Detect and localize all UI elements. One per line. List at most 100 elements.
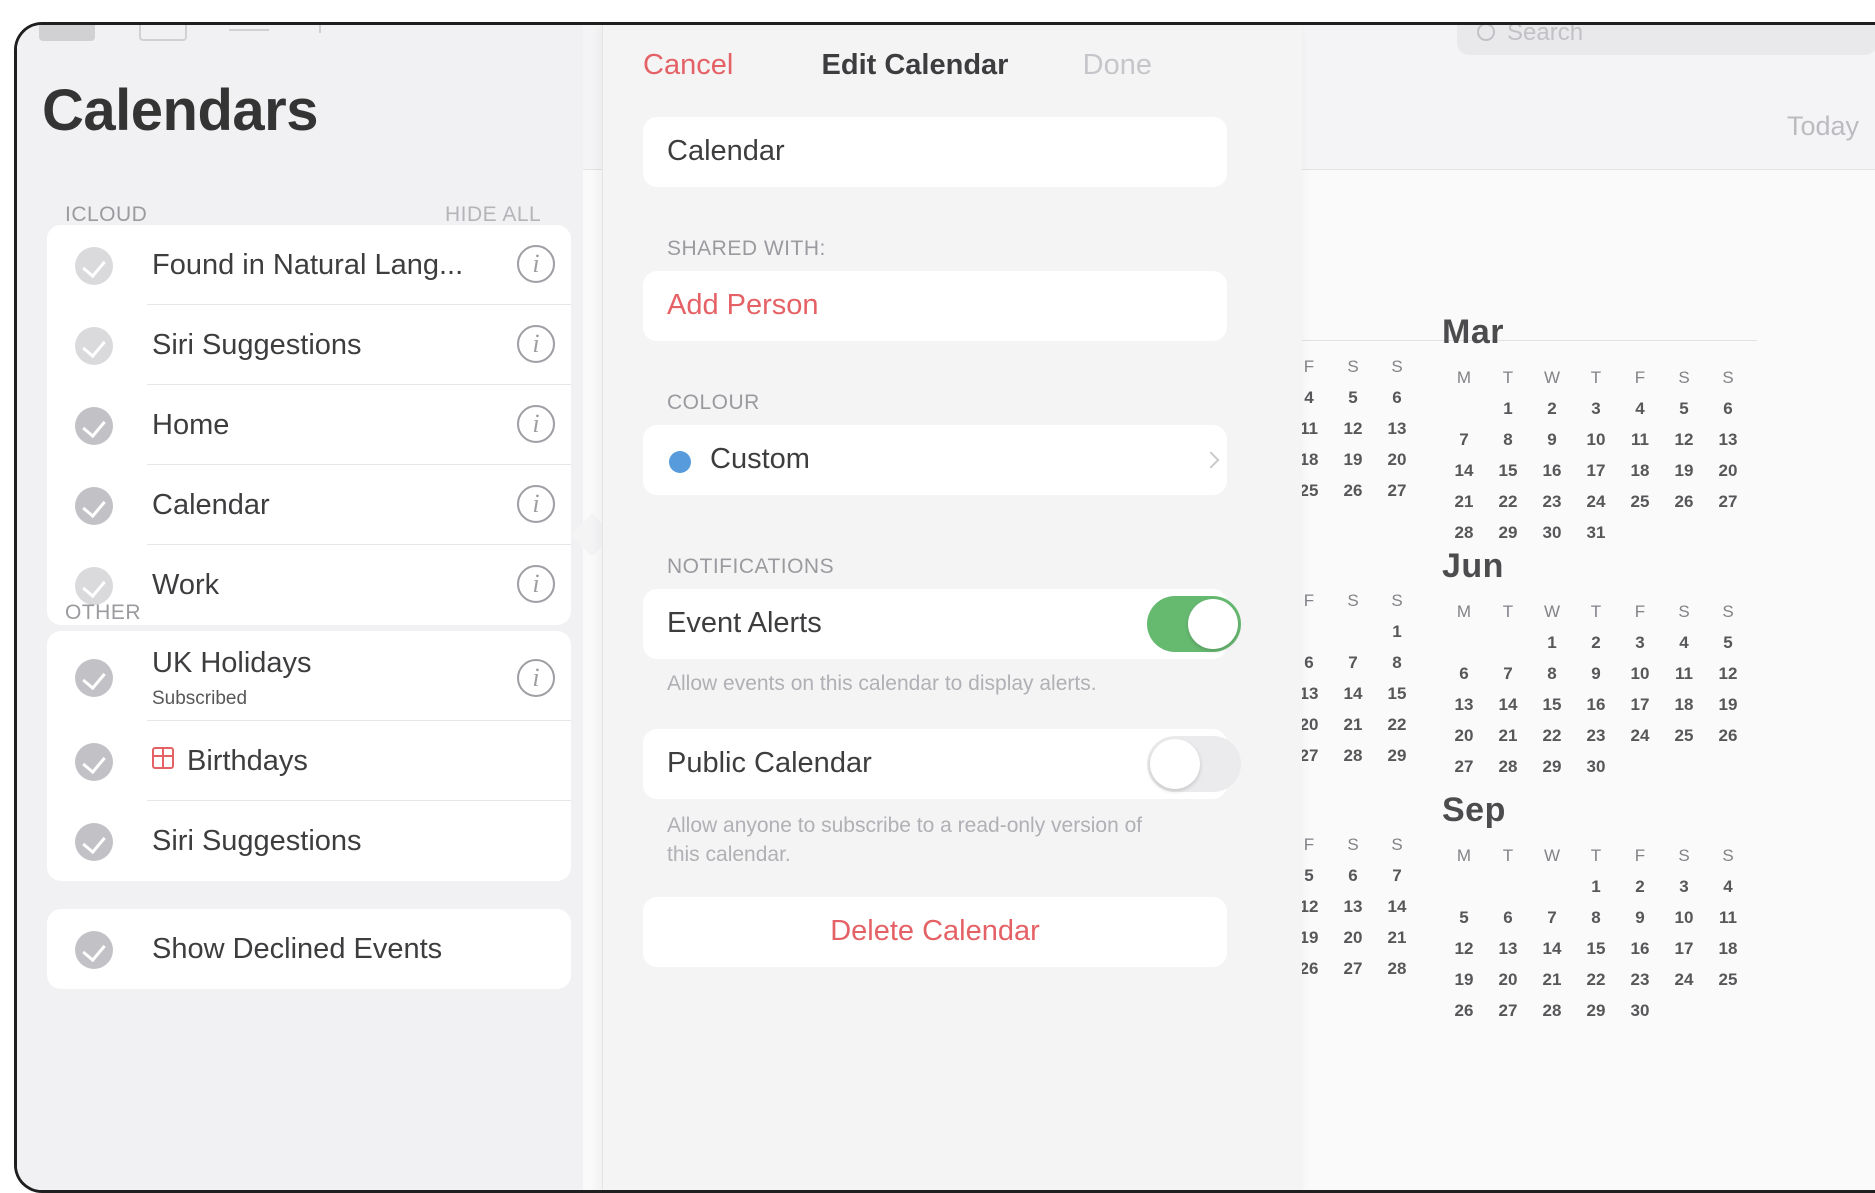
day-cell[interactable]: 5 [1442, 908, 1486, 939]
search-field[interactable]: Search [1457, 25, 1875, 55]
day-cell[interactable]: 11 [1706, 908, 1750, 939]
calendar-row[interactable]: UK Holidays Subscribed i [47, 631, 571, 721]
calendar-row[interactable]: Siri Suggestions [47, 801, 571, 881]
calendar-row[interactable]: Home i [47, 385, 571, 465]
day-cell[interactable]: 24 [1574, 492, 1618, 523]
day-cell[interactable]: 7 [1375, 866, 1419, 897]
day-cell[interactable]: 22 [1375, 715, 1419, 746]
day-cell[interactable]: 24 [1618, 726, 1662, 757]
day-cell[interactable]: 27 [1331, 959, 1375, 990]
calendar-name-field[interactable]: Calendar [643, 117, 1227, 187]
day-cell[interactable]: 8 [1486, 430, 1530, 461]
day-cell[interactable]: 4 [1618, 399, 1662, 430]
done-button[interactable]: Done [1078, 49, 1152, 82]
day-cell[interactable]: 9 [1574, 664, 1618, 695]
day-cell[interactable]: 6 [1442, 664, 1486, 695]
day-cell[interactable]: 13 [1331, 897, 1375, 928]
day-cell[interactable]: 25 [1662, 726, 1706, 757]
day-cell[interactable]: 1 [1486, 399, 1530, 430]
day-cell[interactable]: 18 [1662, 695, 1706, 726]
public-calendar-toggle[interactable] [1147, 736, 1241, 792]
day-cell[interactable]: 28 [1486, 757, 1530, 788]
delete-calendar-row[interactable]: Delete Calendar [643, 897, 1227, 967]
day-cell[interactable]: 21 [1442, 492, 1486, 523]
day-cell[interactable]: 16 [1574, 695, 1618, 726]
calendar-row[interactable]: Found in Natural Lang... i [47, 225, 571, 305]
day-cell[interactable]: 3 [1662, 877, 1706, 908]
day-cell[interactable]: 29 [1574, 1001, 1618, 1032]
day-cell[interactable]: 10 [1618, 664, 1662, 695]
hide-all-button[interactable]: HIDE ALL [445, 203, 541, 227]
day-cell[interactable]: 21 [1331, 715, 1375, 746]
day-cell[interactable]: 27 [1706, 492, 1750, 523]
day-cell[interactable]: 16 [1530, 461, 1574, 492]
colour-row[interactable]: Custom [643, 425, 1227, 495]
day-cell[interactable]: 10 [1662, 908, 1706, 939]
day-cell[interactable]: 2 [1618, 877, 1662, 908]
day-cell[interactable]: 6 [1706, 399, 1750, 430]
day-cell[interactable]: 14 [1530, 939, 1574, 970]
day-cell[interactable]: 27 [1442, 757, 1486, 788]
day-cell[interactable]: 14 [1331, 684, 1375, 715]
checkmark-icon[interactable] [75, 743, 113, 781]
day-cell[interactable]: 9 [1530, 430, 1574, 461]
info-icon[interactable]: i [517, 565, 555, 603]
checkmark-icon[interactable] [75, 327, 113, 365]
checkmark-icon[interactable] [75, 247, 113, 285]
show-declined-row[interactable]: Show Declined Events [47, 909, 571, 989]
day-cell[interactable]: 27 [1486, 1001, 1530, 1032]
day-cell[interactable]: 2 [1530, 399, 1574, 430]
day-cell[interactable]: 19 [1662, 461, 1706, 492]
day-cell[interactable]: 20 [1486, 970, 1530, 1001]
calendar-row-selected[interactable]: Calendar i [47, 465, 571, 545]
today-button[interactable]: Today [1787, 111, 1859, 142]
day-cell[interactable]: 10 [1574, 430, 1618, 461]
info-icon[interactable]: i [517, 659, 555, 697]
day-cell[interactable]: 26 [1706, 726, 1750, 757]
month-mar[interactable]: Mar M T W T F S S 1 2 3 4 5 6 7 8 9 10 11 12 13 14 15 16 17 18 19… [1442, 313, 1750, 554]
month-jun[interactable]: Jun M T W T F S S 1 2 3 4 5 6 7 8 9 10 11 12 13 14 15 16 17 18 19… [1442, 547, 1750, 788]
day-cell[interactable]: 8 [1574, 908, 1618, 939]
day-cell[interactable]: 4 [1662, 633, 1706, 664]
day-cell[interactable]: 6 [1331, 866, 1375, 897]
sidebar-toggle-icon[interactable] [39, 25, 95, 41]
day-cell[interactable]: 19 [1706, 695, 1750, 726]
day-cell[interactable]: 26 [1442, 1001, 1486, 1032]
add-person-button[interactable]: Add Person [667, 289, 819, 322]
day-cell[interactable]: 17 [1618, 695, 1662, 726]
info-icon[interactable]: i [517, 325, 555, 363]
day-cell[interactable]: 13 [1442, 695, 1486, 726]
partial-month-may[interactable]: F S S 1 6 7 8 13 14 15 20 21 22 27 28 29 [1287, 591, 1419, 777]
day-cell[interactable]: 11 [1618, 430, 1662, 461]
day-cell[interactable]: 7 [1442, 430, 1486, 461]
day-cell[interactable]: 20 [1331, 928, 1375, 959]
day-cell[interactable]: 15 [1574, 939, 1618, 970]
day-cell[interactable]: 5 [1706, 633, 1750, 664]
day-cell[interactable]: 19 [1331, 450, 1375, 481]
day-cell[interactable]: 6 [1375, 388, 1419, 419]
day-cell[interactable]: 26 [1662, 492, 1706, 523]
day-cell[interactable]: 21 [1486, 726, 1530, 757]
calendar-row[interactable]: Birthdays [47, 721, 571, 801]
day-cell[interactable]: 22 [1574, 970, 1618, 1001]
day-cell[interactable]: 26 [1331, 481, 1375, 512]
day-cell[interactable]: 8 [1530, 664, 1574, 695]
day-cell[interactable]: 1 [1574, 877, 1618, 908]
checkmark-icon[interactable] [75, 407, 113, 445]
day-cell[interactable]: 21 [1375, 928, 1419, 959]
add-person-row[interactable]: Add Person [643, 271, 1227, 341]
day-cell[interactable]: 28 [1331, 746, 1375, 777]
day-cell[interactable]: 25 [1618, 492, 1662, 523]
day-cell[interactable]: 28 [1375, 959, 1419, 990]
list-icon[interactable] [229, 29, 269, 31]
day-cell[interactable]: 30 [1618, 1001, 1662, 1032]
checkmark-icon[interactable] [75, 567, 113, 605]
day-cell[interactable]: 13 [1706, 430, 1750, 461]
delete-calendar-button[interactable]: Delete Calendar [643, 915, 1227, 948]
day-cell[interactable]: 30 [1574, 757, 1618, 788]
day-cell[interactable]: 3 [1618, 633, 1662, 664]
day-cell[interactable]: 4 [1706, 877, 1750, 908]
day-cell[interactable]: 3 [1574, 399, 1618, 430]
day-cell[interactable]: 2 [1574, 633, 1618, 664]
event-alerts-toggle[interactable] [1147, 596, 1241, 652]
